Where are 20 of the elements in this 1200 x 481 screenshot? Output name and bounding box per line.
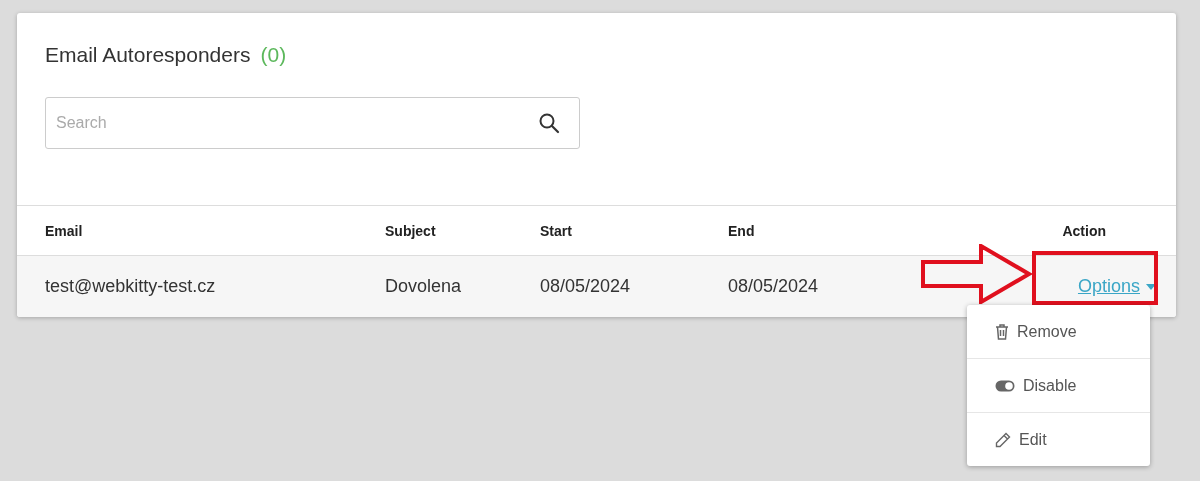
table-cell-text: 08/05/2024 <box>540 276 632 297</box>
table-cell-text: Dovolena <box>385 276 463 297</box>
count-label: (0) <box>260 43 287 67</box>
caret-icon <box>1146 283 1156 290</box>
pencil-icon <box>995 431 1011 448</box>
table-cell-text: 08/05/2024 <box>728 276 820 297</box>
toggle-icon <box>995 379 1015 392</box>
trash-icon <box>995 323 1009 340</box>
column-header: Subject <box>385 222 437 239</box>
table-cell-text: test@webkitty-test.cz <box>45 276 217 297</box>
search-icon[interactable] <box>538 112 560 134</box>
menu-item[interactable]: Remove <box>967 305 1150 358</box>
column-header: Action <box>1062 222 1106 239</box>
menu-item[interactable]: Disable <box>967 358 1150 412</box>
column-header: Start <box>540 222 573 239</box>
page-title: Email Autoresponders <box>45 43 251 67</box>
column-header: End <box>728 222 756 239</box>
column-header: Email <box>45 222 84 239</box>
search-field[interactable]: Search <box>45 97 580 149</box>
menu-item[interactable]: Edit <box>967 412 1150 466</box>
